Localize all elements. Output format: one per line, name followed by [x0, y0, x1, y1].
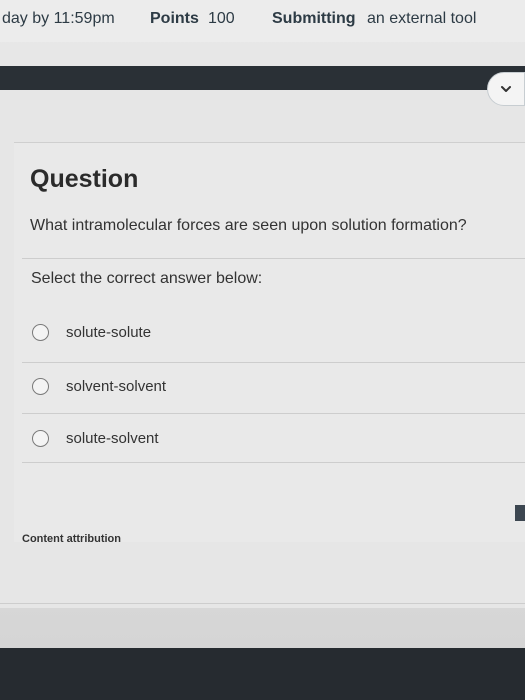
option-label: solute-solvent [66, 429, 159, 447]
points-label: Points [150, 10, 199, 27]
answer-option-solvent-solvent[interactable]: solvent-solvent [28, 364, 525, 408]
chevron-right-icon [501, 86, 511, 92]
radio-button[interactable] [32, 429, 49, 447]
divider [22, 362, 525, 363]
answer-instruction: Select the correct answer below: [31, 270, 263, 287]
content-attribution-link[interactable]: Content attribution [22, 533, 121, 545]
submit-button-edge[interactable] [515, 505, 525, 521]
divider [22, 462, 525, 463]
answer-option-solute-solute[interactable]: solute-solute [28, 310, 525, 354]
question-heading: Question [30, 165, 139, 193]
option-label: solvent-solvent [66, 377, 167, 395]
next-question-button[interactable] [487, 72, 525, 106]
due-date: day by 11:59pm [2, 10, 115, 27]
divider [22, 413, 525, 414]
divider [0, 603, 525, 604]
footer-dark-area [0, 648, 525, 700]
divider [22, 258, 525, 259]
option-label: solute-solute [66, 323, 152, 341]
assignment-page: day by 11:59pm Points 100 Submitting an … [0, 0, 525, 700]
submitting-value: an external tool [367, 10, 477, 27]
assignment-details-bar: day by 11:59pm Points 100 Submitting an … [0, 0, 525, 42]
question-text: What intramolecular forces are seen upon… [30, 217, 467, 234]
tool-header-bar [0, 66, 525, 90]
points-value: 100 [208, 10, 235, 27]
submitting-label: Submitting [272, 10, 356, 27]
answer-option-solute-solvent[interactable]: solute-solvent [28, 416, 525, 460]
radio-button[interactable] [32, 323, 49, 341]
radio-button[interactable] [32, 377, 49, 395]
